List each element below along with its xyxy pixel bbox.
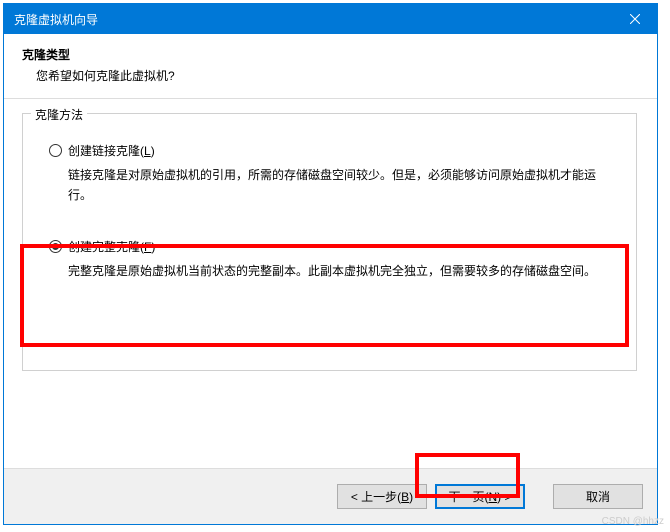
window-title: 克隆虚拟机向导	[14, 11, 98, 28]
header-title: 克隆类型	[22, 46, 639, 63]
fieldset-legend: 克隆方法	[31, 106, 87, 123]
clone-method-fieldset: 克隆方法 创建链接克隆(L) 链接克隆是对原始虚拟机的引用，所需的存储磁盘空间较…	[22, 113, 637, 371]
button-bar: < 上一步(B) 下一页(N) > 取消	[4, 468, 657, 524]
next-button[interactable]: 下一页(N) >	[435, 484, 525, 509]
content-area: 克隆方法 创建链接克隆(L) 链接克隆是对原始虚拟机的引用，所需的存储磁盘空间较…	[4, 99, 657, 468]
radio-linked-clone[interactable]: 创建链接克隆(L)	[49, 142, 610, 159]
full-clone-desc: 完整克隆是原始虚拟机当前状态的完整副本。此副本虚拟机完全独立，但需要较多的存储磁…	[49, 261, 610, 281]
radio-label-full: 创建完整克隆(F)	[68, 238, 155, 255]
radio-full-clone[interactable]: 创建完整克隆(F)	[49, 238, 610, 255]
linked-clone-desc: 链接克隆是对原始虚拟机的引用，所需的存储磁盘空间较少。但是，必须能够访问原始虚拟…	[49, 165, 610, 206]
option-full-clone: 创建完整克隆(F) 完整克隆是原始虚拟机当前状态的完整副本。此副本虚拟机完全独立…	[49, 238, 610, 281]
header-subtitle: 您希望如何克隆此虚拟机?	[22, 67, 639, 84]
header: 克隆类型 您希望如何克隆此虚拟机?	[4, 34, 657, 99]
titlebar: 克隆虚拟机向导	[4, 4, 657, 34]
cancel-button[interactable]: 取消	[553, 484, 643, 509]
radio-label-linked: 创建链接克隆(L)	[68, 142, 155, 159]
back-button[interactable]: < 上一步(B)	[337, 484, 427, 509]
watermark: CSDN @hhzz	[602, 516, 664, 527]
wizard-dialog: 克隆虚拟机向导 克隆类型 您希望如何克隆此虚拟机? 克隆方法 创建链接克隆(L)…	[3, 3, 658, 525]
option-linked-clone: 创建链接克隆(L) 链接克隆是对原始虚拟机的引用，所需的存储磁盘空间较少。但是，…	[49, 142, 610, 206]
close-icon	[630, 14, 640, 24]
close-button[interactable]	[612, 4, 657, 34]
radio-icon	[49, 144, 62, 157]
radio-icon	[49, 240, 62, 253]
